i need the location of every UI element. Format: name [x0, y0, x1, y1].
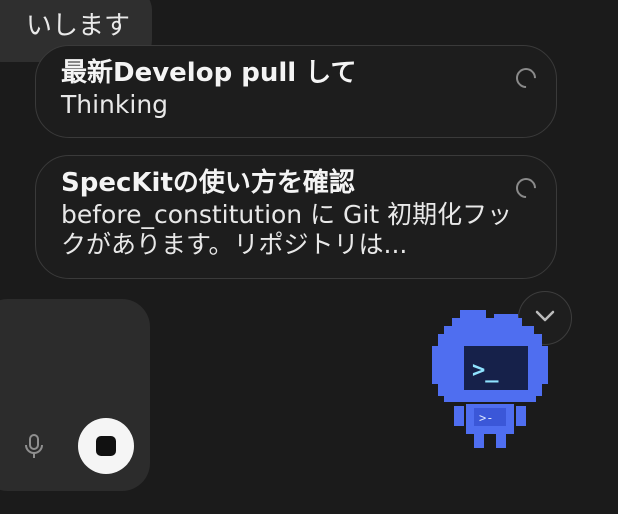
stop-button[interactable]	[78, 418, 134, 474]
previous-message-text: いします	[25, 11, 130, 41]
stop-icon	[96, 436, 116, 456]
task-card-speckit[interactable]: SpecKitの使い方を確認 before_constitution に Git…	[35, 155, 557, 279]
mascot-left-leg	[474, 434, 484, 448]
loading-spinner-icon	[511, 63, 541, 93]
loading-spinner-icon	[511, 173, 541, 203]
mascot-right-arm	[516, 406, 526, 426]
task-status: before_constitution に Git 初期化フックがあります。リポ…	[61, 200, 513, 259]
mascot-left-arm	[454, 406, 464, 426]
mascot-right-leg	[496, 434, 506, 448]
task-status: Thinking	[61, 90, 169, 119]
mascot-screen-text: >_	[472, 358, 499, 383]
task-title: 最新Develop pull して	[61, 58, 357, 88]
task-card-develop-pull[interactable]: 最新Develop pull して Thinking	[35, 45, 557, 138]
task-title: SpecKitの使い方を確認	[61, 168, 355, 198]
robot-mascot: >_ >-	[432, 310, 548, 448]
microphone-icon[interactable]	[22, 434, 46, 460]
mascot-chest-text: >-	[479, 411, 493, 425]
